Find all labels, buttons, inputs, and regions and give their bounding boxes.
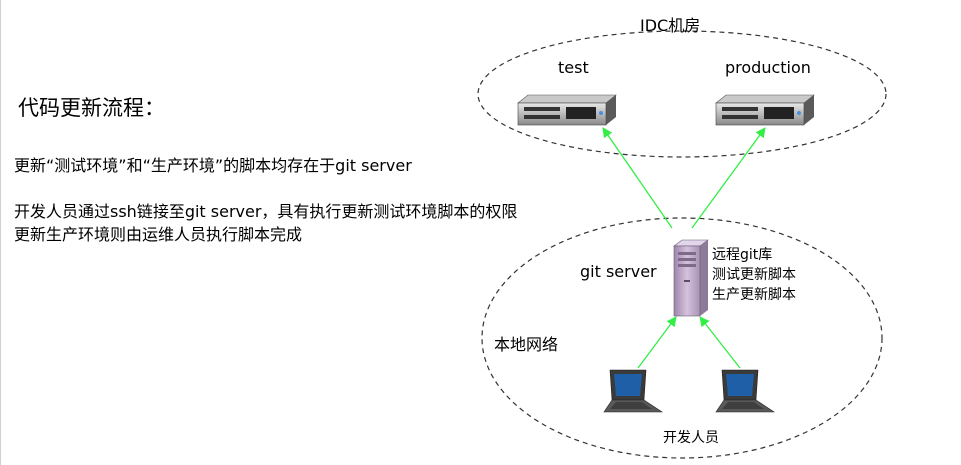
arrow-git-to-production (691, 127, 766, 229)
git-server-label: git server (580, 262, 657, 281)
laptop-icon (715, 369, 775, 413)
rack-server-icon (715, 94, 815, 126)
arrow-dev1-to-git (637, 316, 677, 369)
production-server-label: production (725, 58, 811, 77)
laptop-icon (603, 369, 663, 413)
git-repo-item: 远程git库 (712, 247, 773, 263)
git-repo-item: 测试更新脚本 (712, 267, 796, 283)
arrow-git-to-test (602, 127, 673, 229)
arrow-dev2-to-git (699, 316, 741, 369)
idc-label: IDC机房 (640, 16, 701, 35)
local-network-label: 本地网络 (494, 335, 559, 354)
idc-zone-ellipse (477, 30, 887, 158)
tower-server-icon (673, 239, 709, 317)
deployment-diagram (477, 30, 887, 459)
rack-server-icon (517, 94, 617, 126)
developers-label: 开发人员 (663, 430, 719, 446)
git-repo-item: 生产更新脚本 (712, 287, 796, 303)
git-server-contents: 远程git库 测试更新脚本 生产更新脚本 (712, 245, 796, 305)
test-server-label: test (558, 58, 589, 77)
